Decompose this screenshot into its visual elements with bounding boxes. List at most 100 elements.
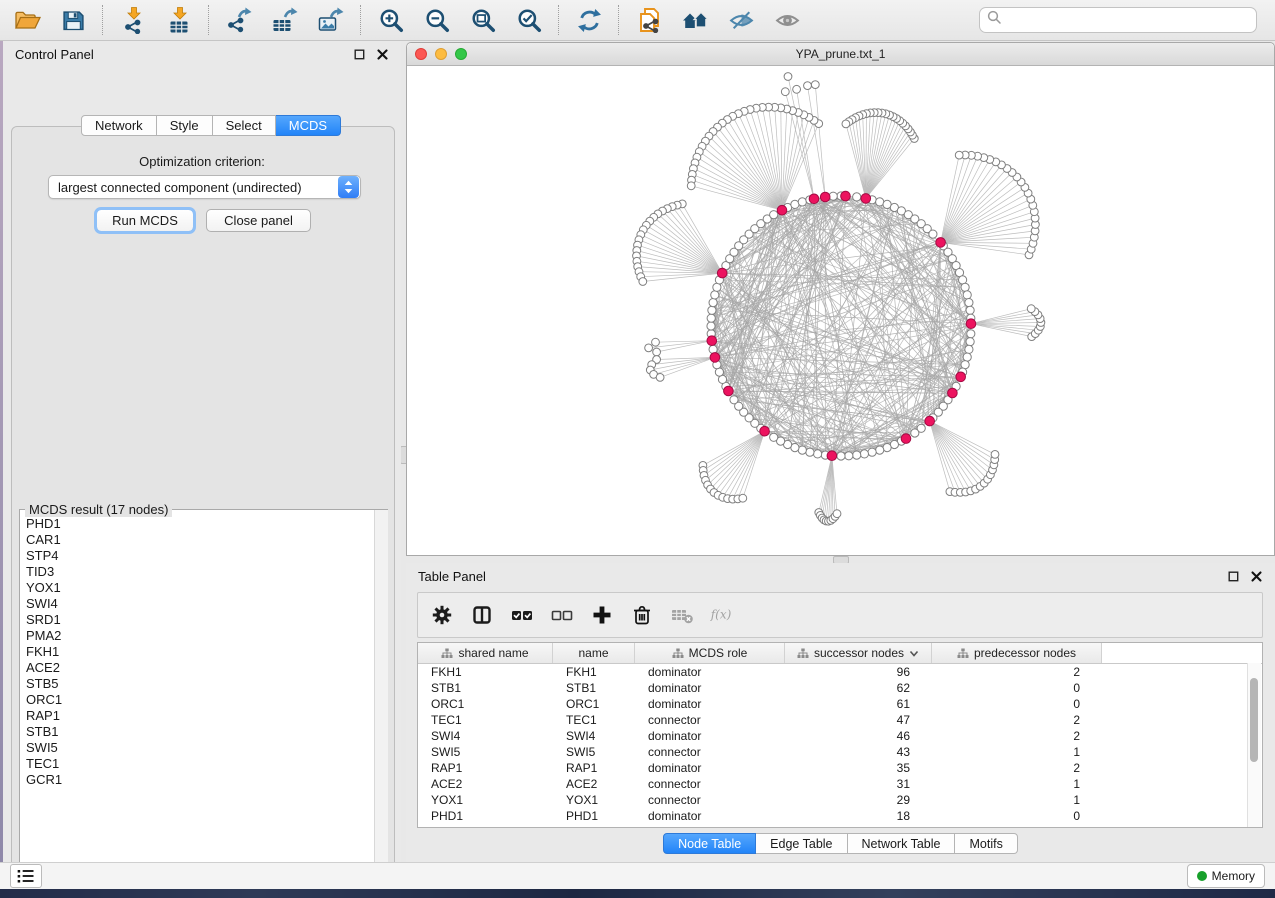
mcds-node-item[interactable]: STP4 xyxy=(20,548,373,564)
cell-name[interactable]: FKH1 xyxy=(553,665,635,679)
tab-select[interactable]: Select xyxy=(213,115,276,136)
mcds-node-item[interactable]: TEC1 xyxy=(20,756,373,772)
cell-shared-name[interactable]: RAP1 xyxy=(418,761,553,775)
first-neighbors-icon[interactable] xyxy=(680,5,710,35)
table-scrollbar[interactable] xyxy=(1247,663,1261,827)
table-row-SWI5[interactable]: SWI5SWI5connector431 xyxy=(418,744,1262,760)
column-header-shared-name[interactable]: shared name xyxy=(418,643,553,663)
select-all-icon[interactable] xyxy=(510,603,534,627)
mcds-node-item[interactable]: ORC1 xyxy=(20,692,373,708)
cell-MCDS-role[interactable]: connector xyxy=(635,777,785,791)
cell-predecessor-nodes[interactable]: 2 xyxy=(932,729,1102,743)
column-header-successor-nodes[interactable]: successor nodes xyxy=(785,643,932,663)
cell-shared-name[interactable]: SWI4 xyxy=(418,729,553,743)
cell-MCDS-role[interactable]: dominator xyxy=(635,761,785,775)
cell-successor-nodes[interactable]: 35 xyxy=(785,761,932,775)
node-table[interactable]: shared namenameMCDS rolesuccessor nodesp… xyxy=(417,642,1263,828)
table-row-STB1[interactable]: STB1STB1dominator620 xyxy=(418,680,1262,696)
cell-predecessor-nodes[interactable]: 1 xyxy=(932,745,1102,759)
tab-style[interactable]: Style xyxy=(157,115,213,136)
cell-shared-name[interactable]: ORC1 xyxy=(418,697,553,711)
column-header-predecessor-nodes[interactable]: predecessor nodes xyxy=(932,643,1102,663)
columns-icon[interactable] xyxy=(470,603,494,627)
open-file-icon[interactable] xyxy=(12,5,42,35)
cell-shared-name[interactable]: STB1 xyxy=(418,681,553,695)
mcds-node-item[interactable]: GCR1 xyxy=(20,772,373,788)
cell-predecessor-nodes[interactable]: 1 xyxy=(932,777,1102,791)
hide-selected-icon[interactable] xyxy=(726,5,756,35)
tab-node-table[interactable]: Node Table xyxy=(663,833,756,854)
tab-mcds[interactable]: MCDS xyxy=(276,115,341,136)
export-image-icon[interactable] xyxy=(316,5,346,35)
cell-name[interactable]: TEC1 xyxy=(553,713,635,727)
table-row-FKH1[interactable]: FKH1FKH1dominator962 xyxy=(418,664,1262,680)
cell-MCDS-role[interactable]: dominator xyxy=(635,729,785,743)
cell-MCDS-role[interactable]: connector xyxy=(635,793,785,807)
save-session-icon[interactable] xyxy=(58,5,88,35)
tab-edge-table[interactable]: Edge Table xyxy=(756,833,847,854)
mcds-node-item[interactable]: ACE2 xyxy=(20,660,373,676)
tab-network[interactable]: Network xyxy=(81,115,157,136)
add-row-icon[interactable] xyxy=(590,603,614,627)
mcds-node-item[interactable]: SWI4 xyxy=(20,596,373,612)
apply-layout-icon[interactable] xyxy=(574,5,604,35)
cell-name[interactable]: PHD1 xyxy=(553,809,635,823)
mcds-node-item[interactable]: STB1 xyxy=(20,724,373,740)
cell-predecessor-nodes[interactable]: 1 xyxy=(932,793,1102,807)
cell-successor-nodes[interactable]: 29 xyxy=(785,793,932,807)
zoom-in-icon[interactable] xyxy=(376,5,406,35)
export-table-icon[interactable] xyxy=(270,5,300,35)
search-box[interactable] xyxy=(979,7,1257,33)
cell-shared-name[interactable]: YOX1 xyxy=(418,793,553,807)
task-history-button[interactable] xyxy=(10,864,42,888)
cell-successor-nodes[interactable]: 61 xyxy=(785,697,932,711)
cell-shared-name[interactable]: SWI5 xyxy=(418,745,553,759)
mcds-node-item[interactable]: PHD1 xyxy=(20,516,373,532)
zoom-selected-icon[interactable] xyxy=(514,5,544,35)
cell-name[interactable]: ACE2 xyxy=(553,777,635,791)
cell-successor-nodes[interactable]: 46 xyxy=(785,729,932,743)
mcds-node-item[interactable]: CAR1 xyxy=(20,532,373,548)
cell-predecessor-nodes[interactable]: 0 xyxy=(932,681,1102,695)
mcds-node-item[interactable]: STB5 xyxy=(20,676,373,692)
clone-network-icon[interactable] xyxy=(634,5,664,35)
mcds-node-item[interactable]: SRD1 xyxy=(20,612,373,628)
cell-successor-nodes[interactable]: 62 xyxy=(785,681,932,695)
table-scrollbar-thumb[interactable] xyxy=(1250,678,1258,762)
import-network-icon[interactable] xyxy=(118,5,148,35)
table-row-PHD1[interactable]: PHD1PHD1dominator180 xyxy=(418,808,1262,824)
table-row-RAP1[interactable]: RAP1RAP1dominator352 xyxy=(418,760,1262,776)
cell-MCDS-role[interactable]: connector xyxy=(635,713,785,727)
export-network-icon[interactable] xyxy=(224,5,254,35)
cell-predecessor-nodes[interactable]: 0 xyxy=(932,809,1102,823)
tab-motifs[interactable]: Motifs xyxy=(955,833,1017,854)
mcds-node-item[interactable]: RAP1 xyxy=(20,708,373,724)
gear-icon[interactable] xyxy=(430,603,454,627)
mcds-list-scrollbar[interactable] xyxy=(374,510,388,880)
import-table-icon[interactable] xyxy=(164,5,194,35)
mcds-node-item[interactable]: SWI5 xyxy=(20,740,373,756)
mcds-node-item[interactable]: TID3 xyxy=(20,564,373,580)
cell-shared-name[interactable]: PHD1 xyxy=(418,809,553,823)
cell-predecessor-nodes[interactable]: 2 xyxy=(932,665,1102,679)
close-panel-button[interactable]: Close panel xyxy=(206,209,311,232)
close-panel-icon[interactable] xyxy=(375,47,389,61)
table-row-TEC1[interactable]: TEC1TEC1connector472 xyxy=(418,712,1262,728)
cell-name[interactable]: STB1 xyxy=(553,681,635,695)
cell-shared-name[interactable]: FKH1 xyxy=(418,665,553,679)
memory-button[interactable]: Memory xyxy=(1187,864,1265,888)
cell-MCDS-role[interactable]: connector xyxy=(635,745,785,759)
mcds-node-item[interactable]: PMA2 xyxy=(20,628,373,644)
cell-successor-nodes[interactable]: 43 xyxy=(785,745,932,759)
criterion-dropdown[interactable]: largest connected component (undirected) xyxy=(48,175,361,199)
mcds-node-item[interactable]: FKH1 xyxy=(20,644,373,660)
zoom-fit-icon[interactable] xyxy=(468,5,498,35)
cell-shared-name[interactable]: TEC1 xyxy=(418,713,553,727)
mcds-node-item[interactable]: YOX1 xyxy=(20,580,373,596)
float-panel-icon[interactable] xyxy=(352,47,366,61)
cell-MCDS-role[interactable]: dominator xyxy=(635,809,785,823)
table-row-ACE2[interactable]: ACE2ACE2connector311 xyxy=(418,776,1262,792)
cell-name[interactable]: SWI4 xyxy=(553,729,635,743)
zoom-out-icon[interactable] xyxy=(422,5,452,35)
network-graph-canvas[interactable] xyxy=(407,66,1274,556)
